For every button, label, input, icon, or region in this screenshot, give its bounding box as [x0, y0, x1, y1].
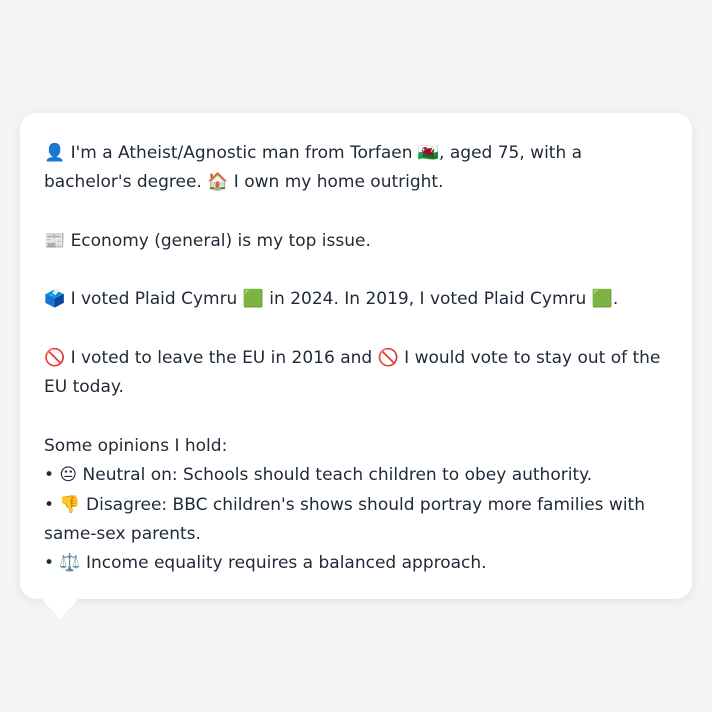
top-issue-text: 📰 Economy (general) is my top issue. — [44, 230, 371, 251]
opinions-heading: Some opinions I hold: — [44, 435, 228, 456]
intro-text: 👤 I'm a Atheist/Agnostic man from Torfae… — [44, 143, 583, 193]
eu-vote-text: 🚫 I voted to leave the EU in 2016 and 🚫 … — [44, 348, 661, 398]
message-bubble: 👤 I'm a Atheist/Agnostic man from Torfae… — [20, 113, 692, 599]
bubble-tail — [40, 597, 80, 619]
opinion-item-balanced: • ⚖️ Income equality requires a balanced… — [44, 553, 487, 574]
opinion-item-disagree: • 👎 Disagree: BBC children's shows shoul… — [44, 494, 645, 544]
opinion-item-neutral: • 😐 Neutral on: Schools should teach chi… — [44, 465, 593, 486]
opinions-section: Some opinions I hold: • 😐 Neutral on: Sc… — [44, 432, 668, 578]
vote-history-text: 🗳️ I voted Plaid Cymru 🟩 in 2024. In 201… — [44, 289, 619, 310]
